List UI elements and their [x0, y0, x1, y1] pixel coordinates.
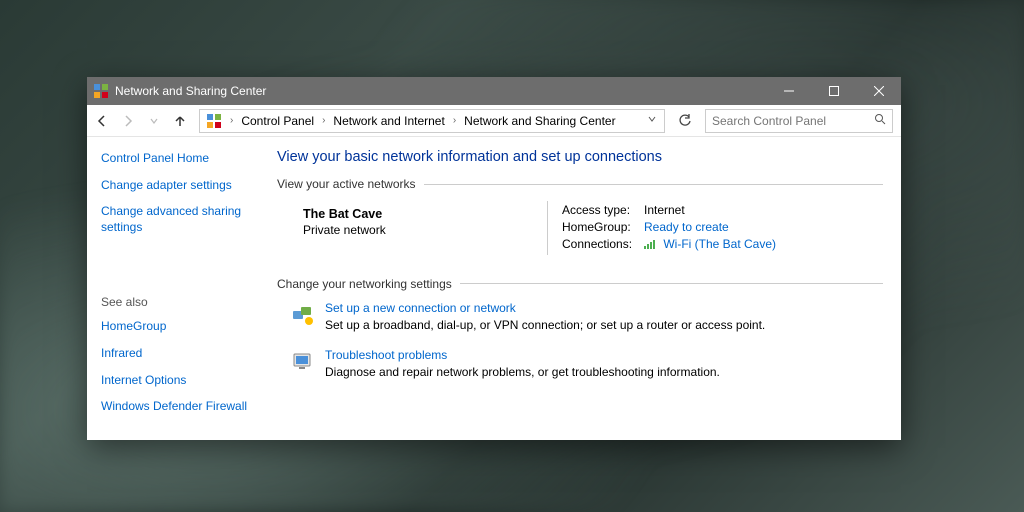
access-type-value: Internet	[644, 203, 685, 217]
search-input[interactable]	[712, 114, 874, 128]
setup-connection-link[interactable]: Set up a new connection or network	[325, 301, 765, 315]
sidebar: Control Panel Home Change adapter settin…	[87, 137, 277, 440]
search-box[interactable]	[705, 109, 893, 133]
connection-name: Wi-Fi (The Bat Cave)	[663, 237, 776, 251]
sidebar-link-home[interactable]: Control Panel Home	[101, 151, 263, 167]
change-settings-label: Change your networking settings	[277, 277, 883, 291]
see-also-homegroup[interactable]: HomeGroup	[101, 319, 263, 335]
control-panel-window: Network and Sharing Center › Control Pan…	[87, 77, 901, 440]
breadcrumb-item[interactable]: Network and Internet	[331, 114, 446, 128]
network-name: The Bat Cave	[303, 207, 547, 221]
sidebar-link-adapter[interactable]: Change adapter settings	[101, 178, 263, 194]
network-type: Private network	[303, 223, 547, 237]
group-text: Change your networking settings	[277, 277, 452, 291]
chevron-right-icon: ›	[230, 115, 233, 126]
breadcrumb[interactable]: › Control Panel › Network and Internet ›…	[199, 109, 665, 133]
recent-dropdown[interactable]	[147, 114, 161, 128]
wifi-signal-icon	[644, 238, 658, 252]
homegroup-label: HomeGroup:	[562, 220, 644, 234]
forward-button[interactable]	[121, 114, 135, 128]
access-type-label: Access type:	[562, 203, 644, 217]
main-content: View your basic network information and …	[277, 137, 901, 440]
setup-connection-icon	[291, 303, 315, 327]
breadcrumb-dropdown[interactable]	[644, 115, 660, 126]
close-button[interactable]	[856, 77, 901, 105]
see-also-infrared[interactable]: Infrared	[101, 346, 263, 362]
see-also-label: See also	[101, 295, 263, 309]
titlebar[interactable]: Network and Sharing Center	[87, 77, 901, 105]
breadcrumb-item[interactable]: Control Panel	[239, 114, 316, 128]
up-button[interactable]	[173, 114, 187, 128]
navbar: › Control Panel › Network and Internet ›…	[87, 105, 901, 137]
network-sharing-icon	[93, 83, 109, 99]
window-title: Network and Sharing Center	[115, 84, 266, 98]
sidebar-link-sharing[interactable]: Change advanced sharing settings	[101, 204, 263, 235]
back-button[interactable]	[95, 114, 109, 128]
troubleshoot-icon	[291, 350, 315, 374]
network-sharing-icon	[206, 113, 222, 129]
minimize-button[interactable]	[766, 77, 811, 105]
troubleshoot-link[interactable]: Troubleshoot problems	[325, 348, 720, 362]
group-text: View your active networks	[277, 177, 416, 191]
connection-link[interactable]: Wi-Fi (The Bat Cave)	[644, 237, 776, 252]
chevron-right-icon: ›	[322, 115, 325, 126]
see-also-internet-options[interactable]: Internet Options	[101, 373, 263, 389]
chevron-right-icon: ›	[453, 115, 456, 126]
troubleshoot-desc: Diagnose and repair network problems, or…	[325, 365, 720, 379]
active-networks-label: View your active networks	[277, 177, 883, 191]
refresh-button[interactable]	[673, 109, 697, 133]
search-icon	[874, 113, 886, 128]
connections-label: Connections:	[562, 237, 644, 252]
homegroup-link[interactable]: Ready to create	[644, 220, 729, 234]
setting-troubleshoot: Troubleshoot problems Diagnose and repai…	[291, 348, 883, 379]
maximize-button[interactable]	[811, 77, 856, 105]
setup-connection-desc: Set up a broadband, dial-up, or VPN conn…	[325, 318, 765, 332]
breadcrumb-item[interactable]: Network and Sharing Center	[462, 114, 617, 128]
page-heading: View your basic network information and …	[277, 149, 883, 165]
see-also-firewall[interactable]: Windows Defender Firewall	[101, 399, 263, 415]
setting-setup-connection: Set up a new connection or network Set u…	[291, 301, 883, 332]
